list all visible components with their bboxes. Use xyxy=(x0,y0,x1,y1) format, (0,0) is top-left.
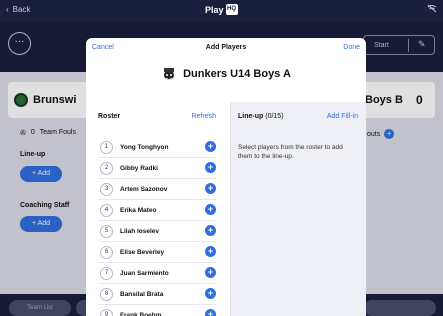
add-player-icon[interactable]: + xyxy=(205,309,216,316)
add-player-icon[interactable]: + xyxy=(205,225,216,236)
roster-row[interactable]: 5 Lilah Ioselev + xyxy=(98,221,216,242)
lineup-panel: Line-up (0/15) Add Fill-in Select player… xyxy=(230,102,366,316)
player-name: Yong Tonghyon xyxy=(120,143,169,151)
refresh-button[interactable]: Refresh xyxy=(191,113,216,120)
add-player-icon[interactable]: + xyxy=(205,141,216,152)
player-name: Artem Sazonov xyxy=(120,185,168,193)
player-name: Bansilal Brata xyxy=(120,290,164,298)
team-heading: Dunkers U14 Boys A xyxy=(86,66,366,82)
wifi-off-icon xyxy=(427,4,437,15)
jersey-number: 3 xyxy=(100,182,113,196)
roster-list: 1 Yong Tonghyon +2 Gibby Radki +3 Artem Sazon… xyxy=(98,137,216,316)
team-name: Dunkers U14 Boys A xyxy=(183,68,291,80)
modal-title: Add Players xyxy=(205,44,247,51)
jersey-number: 4 xyxy=(100,203,113,217)
roster-row[interactable]: 9 Frank Boehm + xyxy=(98,305,216,316)
jersey-number: 7 xyxy=(100,266,113,280)
add-player-icon[interactable]: + xyxy=(205,246,216,257)
roster-row[interactable]: 1 Yong Tonghyon + xyxy=(98,137,216,158)
jersey-number: 9 xyxy=(100,308,113,316)
roster-row[interactable]: 2 Gibby Radki + xyxy=(98,158,216,179)
app-logo-icon: HQ xyxy=(225,4,238,15)
lineup-help-text: Select players from the roster to add th… xyxy=(238,144,343,160)
lineup-heading: Line-up (0/15) xyxy=(238,113,284,120)
player-name: Frank Boehm xyxy=(120,311,162,316)
roster-row[interactable]: 8 Bansilal Brata + xyxy=(98,284,216,305)
back-button[interactable]: ‹ Back xyxy=(6,5,30,14)
roster-row[interactable]: 3 Artem Sazonov + xyxy=(98,179,216,200)
cancel-button[interactable]: Cancel xyxy=(92,44,114,51)
roster-row[interactable]: 4 Erika Mateo + xyxy=(98,200,216,221)
roster-row[interactable]: 6 Elise Beverley + xyxy=(98,242,216,263)
team-mascot-icon xyxy=(164,68,175,81)
jersey-number: 6 xyxy=(100,245,113,259)
lineup-count: (0/15) xyxy=(265,113,284,120)
add-players-modal: Add Players Cancel Done Dunkers U14 Boys… xyxy=(86,38,366,316)
roster-row[interactable]: 7 Juan Sarmiento + xyxy=(98,263,216,284)
jersey-number: 5 xyxy=(100,224,113,238)
jersey-number: 8 xyxy=(100,287,113,301)
back-label: Back xyxy=(12,5,31,14)
done-button[interactable]: Done xyxy=(343,44,360,51)
player-name: Juan Sarmiento xyxy=(120,269,169,277)
jersey-number: 1 xyxy=(100,140,113,154)
player-name: Lilah Ioselev xyxy=(120,227,160,235)
chevron-left-icon: ‹ xyxy=(6,5,9,14)
jersey-number: 2 xyxy=(100,161,113,175)
player-name: Elise Beverley xyxy=(120,248,165,256)
roster-heading: Roster xyxy=(98,113,121,120)
app-title: Play HQ xyxy=(205,4,238,15)
add-player-icon[interactable]: + xyxy=(205,288,216,299)
add-fill-in-button[interactable]: Add Fill-in xyxy=(327,113,358,120)
add-player-icon[interactable]: + xyxy=(205,204,216,215)
player-name: Gibby Radki xyxy=(120,164,158,172)
add-player-icon[interactable]: + xyxy=(205,162,216,173)
roster-panel: Roster Refresh 1 Yong Tonghyon +2 Gibby Rad… xyxy=(86,102,230,316)
add-player-icon[interactable]: + xyxy=(205,267,216,278)
add-player-icon[interactable]: + xyxy=(205,183,216,194)
player-name: Erika Mateo xyxy=(120,206,157,214)
